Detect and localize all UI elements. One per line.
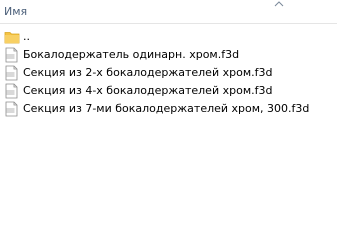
list-item-label: Бокалодержатель одинарн. хром.f3d: [23, 48, 240, 61]
list-item-file[interactable]: Бокалодержатель одинарн. хром.f3d: [0, 46, 337, 64]
file-list: .. Бокалодержатель одинарн. хром.f3d Сек…: [0, 28, 337, 118]
folder-icon: [4, 32, 20, 44]
list-item-file[interactable]: Секция из 7-ми бокалодержателей хром, 30…: [0, 100, 337, 118]
f3d-file-icon: [5, 65, 18, 81]
list-item-file[interactable]: Секция из 2-х бокалодержателей хром.f3d: [0, 64, 337, 82]
sort-chevron-up-icon[interactable]: [273, 0, 285, 8]
list-item-label: Секция из 2-х бокалодержателей хром.f3d: [23, 66, 273, 79]
list-item-label: Секция из 4-х бокалодержателей хром.f3d: [23, 84, 273, 97]
f3d-file-icon: [5, 47, 18, 63]
f3d-file-icon: [5, 83, 18, 99]
f3d-file-icon: [5, 101, 18, 117]
list-item-file[interactable]: Секция из 4-х бокалодержателей хром.f3d: [0, 82, 337, 100]
list-item-label: ..: [23, 30, 30, 43]
name-column-header[interactable]: Имя: [4, 6, 27, 18]
list-item-label: Секция из 7-ми бокалодержателей хром, 30…: [23, 102, 310, 115]
list-item-parent-folder[interactable]: ..: [0, 28, 337, 46]
column-header-bar: Имя: [0, 0, 337, 24]
